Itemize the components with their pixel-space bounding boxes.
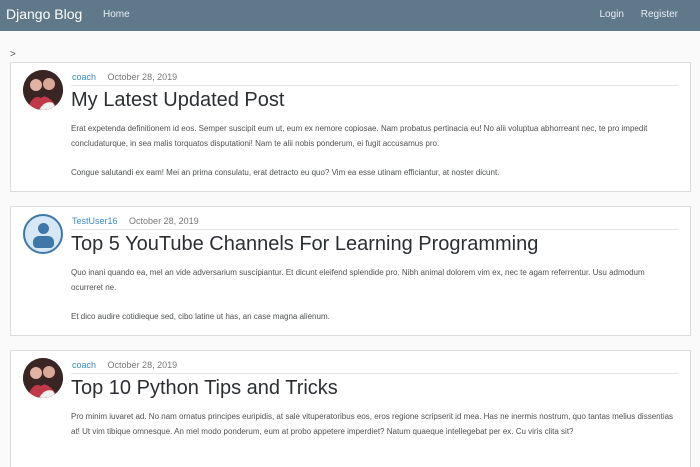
post-content: Pro minim iuvaret ad. No nam ornatus pri… xyxy=(71,409,678,453)
post-date: October 28, 2019 xyxy=(129,216,199,226)
post-content: Erat expetenda definitionem id eos. Semp… xyxy=(71,121,678,194)
avatar-photo-icon xyxy=(23,70,63,110)
post-paragraph: Pro minim iuvaret ad. No nam ornatus pri… xyxy=(71,412,674,436)
meta-divider xyxy=(71,229,678,230)
post-meta: coach October 28, 2019 xyxy=(72,360,177,370)
breadcrumb: > xyxy=(10,49,16,60)
post-title-link[interactable]: Top 10 Python Tips and Tricks xyxy=(71,377,338,400)
post-paragraph: Et dico audire cotidieque sed, cibo lati… xyxy=(71,312,330,321)
meta-divider xyxy=(71,85,678,86)
avatar xyxy=(23,70,63,110)
post-date: October 28, 2019 xyxy=(107,72,178,82)
post-paragraph: Erat expetenda definitionem id eos. Semp… xyxy=(71,124,648,148)
top-navbar: Django Blog Home Login Register xyxy=(0,0,700,31)
nav-home-link[interactable]: Home xyxy=(103,9,130,20)
post-content: Quo inani quando ea, mel an vide adversa… xyxy=(71,265,678,338)
post-card: coach October 28, 2019 My Latest Updated… xyxy=(10,62,691,192)
post-author-link[interactable]: coach xyxy=(72,360,96,370)
avatar xyxy=(23,358,63,398)
nav-right: Login Register xyxy=(586,9,679,20)
post-paragraph: Quo inani quando ea, mel an vide adversa… xyxy=(71,268,645,292)
post-meta: TestUser16 October 28, 2019 xyxy=(72,216,199,226)
post-title-link[interactable]: My Latest Updated Post xyxy=(71,89,284,112)
nav-login-link[interactable]: Login xyxy=(600,9,624,20)
post-card: coach October 28, 2019 Top 10 Python Tip… xyxy=(10,350,691,467)
post-card: TestUser16 October 28, 2019 Top 5 YouTub… xyxy=(10,206,691,336)
brand-link[interactable]: Django Blog xyxy=(6,6,82,22)
meta-divider xyxy=(71,373,678,374)
post-author-link[interactable]: TestUser16 xyxy=(72,216,118,226)
post-date: October 28, 2019 xyxy=(107,360,178,370)
post-author-link[interactable]: coach xyxy=(72,72,96,82)
nav-register-link[interactable]: Register xyxy=(641,9,678,20)
default-user-icon xyxy=(38,223,49,234)
post-paragraph: Congue salutandi ex eam! Mei an prima co… xyxy=(71,168,500,177)
avatar-photo-icon xyxy=(23,358,63,398)
avatar xyxy=(23,214,63,254)
post-title-link[interactable]: Top 5 YouTube Channels For Learning Prog… xyxy=(71,233,538,256)
post-meta: coach October 28, 2019 xyxy=(72,72,177,82)
